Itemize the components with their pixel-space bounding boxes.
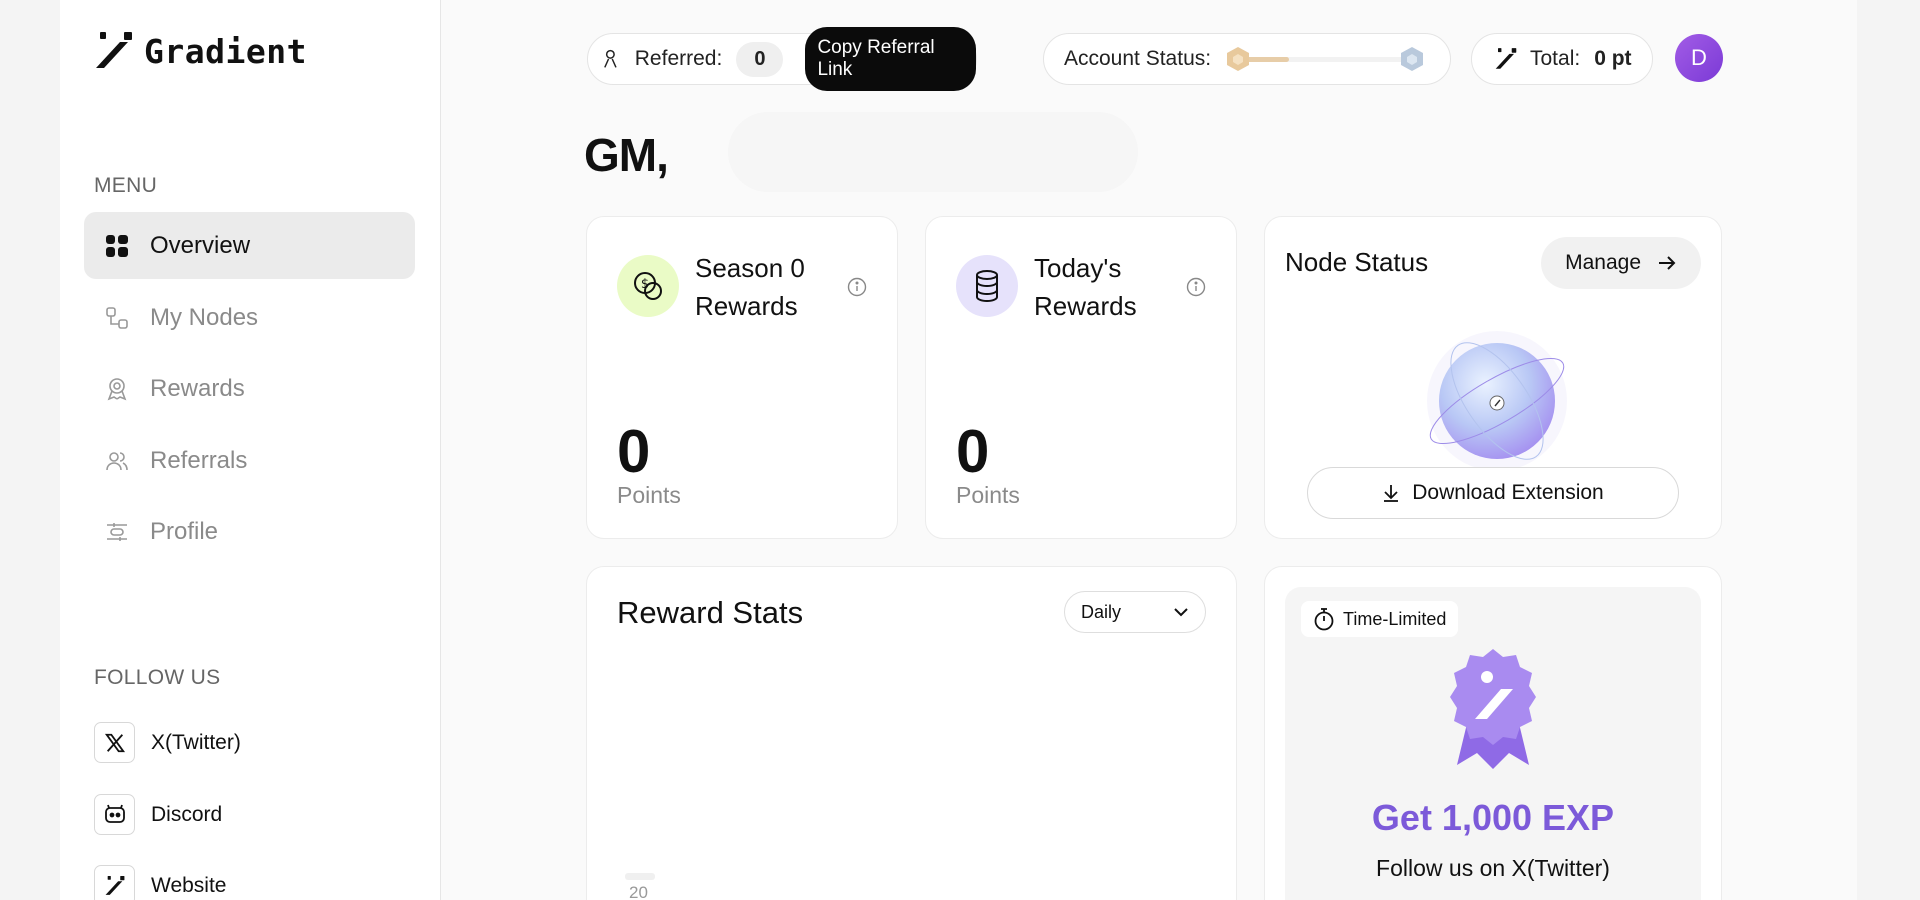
award-icon — [104, 376, 130, 402]
brand-name: Gradient — [144, 31, 307, 71]
manage-label: Manage — [1565, 251, 1641, 274]
time-limited-label: Time-Limited — [1343, 608, 1447, 629]
grid-icon — [104, 233, 130, 259]
axis-tick-label: 20 — [629, 883, 648, 900]
promo-headline: Get 1,000 EXP — [1371, 797, 1615, 838]
gradient-logo-icon — [94, 865, 135, 900]
sidebar-item-rewards[interactable]: Rewards — [84, 355, 415, 422]
account-status-progress — [1225, 44, 1425, 74]
sidebar-item-label: Overview — [150, 231, 251, 259]
time-limited-badge: Time-Limited — [1301, 601, 1459, 637]
total-value: 0 pt — [1594, 47, 1632, 70]
sidebar: Gradient MENU Overview My Nodes Rewards — [60, 0, 441, 900]
award-badge-icon — [1450, 649, 1536, 769]
follow-label: Discord — [151, 802, 223, 826]
arrow-right-icon — [1659, 256, 1676, 270]
season-points-unit: Points — [617, 482, 681, 508]
chevron-down-icon — [1174, 608, 1188, 617]
info-icon[interactable] — [1186, 277, 1206, 297]
menu-heading: MENU — [94, 174, 158, 197]
sidebar-item-overview[interactable]: Overview — [84, 212, 415, 279]
silver-badge-icon — [1401, 47, 1424, 71]
greeting: GM, — [584, 129, 669, 181]
sidebar-item-profile[interactable]: Profile — [84, 498, 415, 565]
today-rewards-title: Today's Rewards — [1034, 253, 1137, 321]
database-icon — [956, 255, 1018, 317]
svg-text:$: $ — [641, 277, 649, 292]
sidebar-item-label: Profile — [150, 517, 219, 545]
node-status-card: Node Status Manage Download Extension — [1264, 216, 1722, 539]
nodes-icon — [104, 305, 130, 331]
coins-icon: $ — [617, 255, 679, 317]
referred-count: 0 — [736, 41, 784, 77]
gradient-logo-icon — [1495, 48, 1517, 69]
download-extension-button[interactable]: Download Extension — [1307, 467, 1679, 519]
person-icon — [604, 49, 617, 68]
username-placeholder — [728, 112, 1138, 192]
follow-label: X(Twitter) — [151, 730, 241, 754]
today-points-unit: Points — [956, 482, 1020, 508]
promo-panel[interactable]: Time-Limited Get 1,000 EXP Follow us on … — [1285, 587, 1701, 900]
download-extension-label: Download Extension — [1412, 481, 1604, 504]
account-status-pill: Account Status: — [1043, 33, 1451, 85]
period-value: Daily — [1081, 601, 1122, 622]
app-shell: Gradient MENU Overview My Nodes Rewards — [60, 0, 1857, 900]
brand-logo[interactable]: Gradient — [94, 30, 307, 72]
today-points-value: 0 — [956, 418, 990, 485]
follow-discord-link[interactable]: Discord — [94, 794, 222, 835]
season-points-value: 0 — [617, 418, 651, 485]
follow-label: Website — [151, 873, 227, 897]
referred-label: Referred: — [634, 47, 723, 70]
x-icon — [94, 722, 135, 763]
total-label: Total: — [1530, 47, 1581, 70]
sidebar-item-my-nodes[interactable]: My Nodes — [84, 284, 415, 351]
reward-stats-title: Reward Stats — [617, 595, 804, 630]
period-select[interactable]: Daily — [1064, 591, 1206, 633]
season-rewards-card: $ Season 0 Rewards 0 Points — [586, 216, 898, 539]
sidebar-item-label: Referrals — [150, 446, 248, 474]
bronze-badge-icon — [1227, 47, 1250, 71]
follow-website-link[interactable]: Website — [94, 865, 226, 900]
download-icon — [1384, 485, 1399, 502]
copy-referral-link-button[interactable]: Copy Referral Link — [805, 27, 976, 91]
account-status-label: Account Status: — [1064, 47, 1212, 70]
promo-subtitle: Follow us on X(Twitter) — [1376, 855, 1610, 881]
axis-bar — [625, 873, 655, 880]
reward-stats-card: Reward Stats Daily 20 — [586, 566, 1237, 900]
discord-icon — [94, 794, 135, 835]
manage-button[interactable]: Manage — [1541, 237, 1701, 289]
sidebar-item-label: Rewards — [150, 374, 245, 402]
users-icon — [104, 448, 130, 474]
info-icon[interactable] — [847, 277, 867, 297]
sidebar-item-referrals[interactable]: Referrals — [84, 427, 415, 494]
gradient-logo-icon — [96, 32, 132, 68]
stopwatch-icon — [1314, 608, 1334, 631]
promo-card: Time-Limited Get 1,000 EXP Follow us on … — [1264, 566, 1722, 900]
sidebar-item-label: My Nodes — [150, 303, 259, 331]
follow-twitter-link[interactable]: X(Twitter) — [94, 722, 241, 763]
follow-heading: FOLLOW US — [94, 666, 221, 689]
referral-pill: Referred: 0 Copy Referral Link — [587, 27, 977, 91]
node-status-title: Node Status — [1285, 247, 1429, 277]
sliders-icon — [104, 519, 130, 545]
total-points-pill: Total: 0 pt — [1471, 33, 1653, 85]
season-rewards-title: Season 0 Rewards — [695, 253, 805, 321]
today-rewards-card: Today's Rewards 0 Points — [925, 216, 1237, 539]
globe-illustration — [1427, 331, 1567, 471]
avatar[interactable]: D — [1675, 34, 1723, 82]
